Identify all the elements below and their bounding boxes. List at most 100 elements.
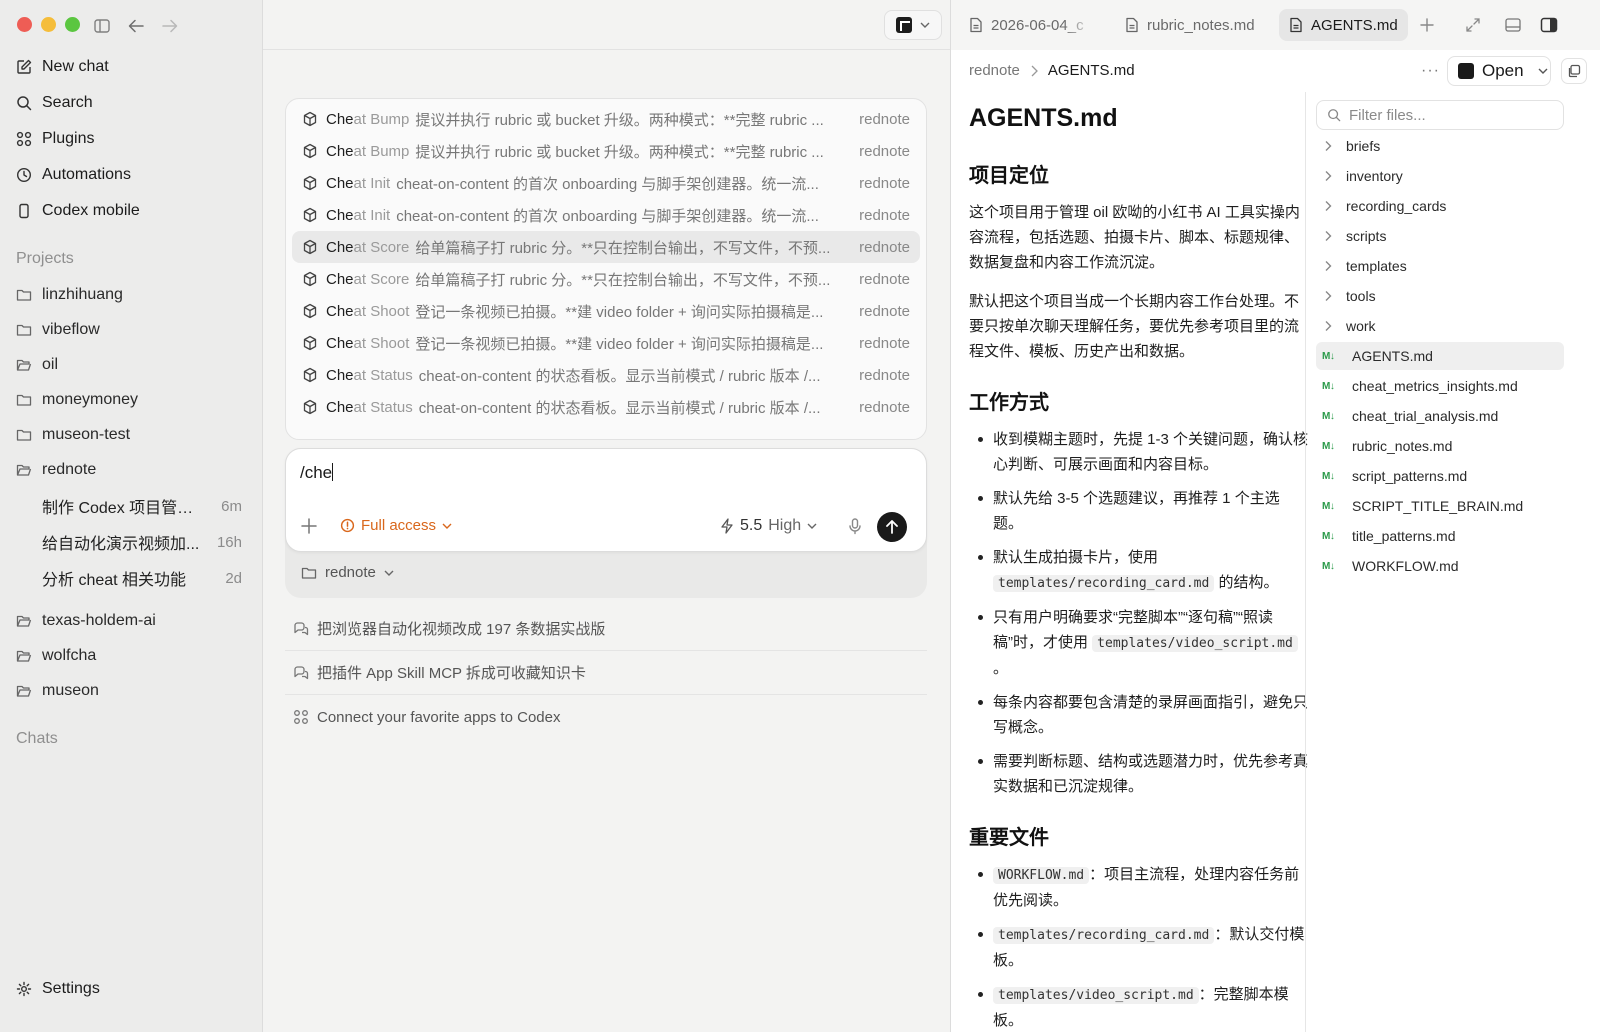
chat-panel: Cheat Bump 提议并执行 rubric 或 bucket 升级。两种模式：… — [262, 0, 950, 1032]
list-item: 需要判断标题、结构或选题潜力时，优先参考真实数据和已沉淀规律。 — [969, 749, 1309, 799]
folder-item[interactable]: inventory — [1316, 162, 1564, 190]
folder-item[interactable]: scripts — [1316, 222, 1564, 250]
add-attachment-icon[interactable] — [300, 517, 318, 535]
file-item[interactable]: M↓ title_patterns.md — [1316, 522, 1564, 550]
suggestion-item[interactable]: Connect your favorite apps to Codex — [285, 695, 927, 739]
thread-item[interactable]: 给自动化演示视频加... 16h — [42, 528, 242, 556]
project-vibeflow[interactable]: vibeflow — [16, 316, 100, 344]
command-suggestion-item[interactable]: Cheat Status cheat-on-content 的状态看板。显示当前模… — [292, 359, 920, 391]
command-match: Che — [326, 366, 354, 384]
file-name: cheat_metrics_insights.md — [1352, 378, 1518, 394]
plugins-button[interactable]: Plugins — [16, 124, 94, 154]
command-description: cheat-on-content 的状态看板。显示当前模式 / rubric 版… — [418, 399, 821, 417]
send-button[interactable] — [877, 512, 907, 542]
file-name: SCRIPT_TITLE_BRAIN.md — [1352, 498, 1524, 514]
copy-path-button[interactable] — [1561, 58, 1587, 84]
folder-icon — [16, 429, 32, 441]
command-suggestion-item[interactable]: Cheat Init cheat-on-content 的首次 onboardin… — [292, 199, 920, 231]
automations-button[interactable]: Automations — [16, 160, 131, 190]
access-mode-dropdown[interactable]: Full access — [340, 517, 452, 534]
file-tree: Filter files... briefs inventory recording… — [1305, 92, 1600, 1032]
expand-icon[interactable] — [1463, 15, 1483, 35]
terminal-icon — [896, 17, 912, 33]
command-description: cheat-on-content 的首次 onboarding 与脚手架创建器。… — [396, 175, 819, 193]
prompt-input[interactable]: /che — [300, 463, 334, 483]
command-rest: at Bump — [353, 110, 410, 128]
microphone-icon[interactable] — [846, 517, 864, 535]
command-project: rednote — [859, 206, 910, 224]
file-item[interactable]: M↓ AGENTS.md — [1316, 342, 1564, 370]
command-project: rednote — [859, 334, 910, 352]
project-museon[interactable]: museon — [16, 677, 99, 705]
chevron-right-icon — [1325, 201, 1332, 211]
maximize-window-button[interactable] — [65, 17, 80, 32]
sidebar-toggle-icon[interactable] — [92, 16, 112, 36]
project-rednote[interactable]: rednote — [16, 456, 96, 484]
search-button[interactable]: Search — [16, 88, 93, 118]
command-name: Cheat Score — [326, 239, 409, 256]
new-chat-button[interactable]: New chat — [16, 52, 109, 82]
terminal-app-button[interactable] — [884, 10, 942, 40]
suggestion-item[interactable]: 把浏览器自动化视频改成 197 条数据实战版 — [285, 607, 927, 651]
filter-files-input[interactable]: Filter files... — [1316, 100, 1564, 130]
minimize-window-button[interactable] — [41, 17, 56, 32]
codex-mobile-button[interactable]: Codex mobile — [16, 196, 140, 226]
chevron-down-icon — [920, 22, 930, 28]
project-folder-selector[interactable]: rednote — [301, 564, 394, 581]
copy-icon — [1568, 64, 1581, 78]
project-texas-holdem-ai[interactable]: texas-holdem-ai — [16, 607, 156, 635]
tab-agents-md[interactable]: AGENTS.md — [1279, 9, 1408, 41]
thread-item[interactable]: 制作 Codex 项目管理... 6m — [42, 492, 242, 520]
open-in-app-button[interactable]: Open — [1447, 56, 1551, 86]
close-window-button[interactable] — [17, 17, 32, 32]
tab-rubric-notes[interactable]: rubric_notes.md — [1115, 9, 1265, 41]
command-suggestion-item[interactable]: Cheat Shoot 登记一条视频已拍摄。**建 video folder + … — [292, 327, 920, 359]
project-oil[interactable]: oil — [16, 351, 58, 379]
command-rest: at Score — [353, 270, 410, 288]
project-wolfcha[interactable]: wolfcha — [16, 642, 96, 670]
folder-name: scripts — [1346, 228, 1387, 244]
command-suggestion-item[interactable]: Cheat Score 给单篇稿子打 rubric 分。**只在控制台输出，不写文… — [292, 263, 920, 295]
composer[interactable]: /che Full access 5.5 High — [285, 448, 927, 552]
command-suggestion-item[interactable]: Cheat Score 给单篇稿子打 rubric 分。**只在控制台输出，不写文… — [292, 231, 920, 263]
suggestion-item[interactable]: 把插件 App Skill MCP 拆成可收藏知识卡 — [285, 651, 927, 695]
folder-item[interactable]: work — [1316, 312, 1564, 340]
folder-name: recording_cards — [1346, 198, 1447, 214]
settings-button[interactable]: Settings — [16, 974, 100, 1004]
bottom-panel-icon[interactable] — [1503, 15, 1523, 35]
section-heading: 项目定位 — [969, 165, 1049, 187]
command-suggestion-item[interactable]: Cheat Status cheat-on-content 的状态看板。显示当前模… — [292, 391, 920, 423]
file-item[interactable]: M↓ cheat_metrics_insights.md — [1316, 372, 1564, 400]
model-selector[interactable]: 5.5 High — [720, 517, 817, 535]
tab-label: AGENTS.md — [1311, 16, 1398, 34]
command-suggestion-item[interactable]: Cheat Bump 提议并执行 rubric 或 bucket 升级。两种模式：… — [292, 135, 920, 167]
folder-icon — [301, 567, 317, 579]
project-moneymoney[interactable]: moneymoney — [16, 386, 138, 414]
more-options-icon[interactable]: ··· — [1421, 62, 1440, 80]
folder-item[interactable]: tools — [1316, 282, 1564, 310]
right-panel-icon[interactable] — [1539, 15, 1559, 35]
project-linzhihuang[interactable]: linzhihuang — [16, 281, 123, 309]
forward-arrow-icon[interactable] — [160, 16, 180, 36]
file-item[interactable]: M↓ SCRIPT_TITLE_BRAIN.md — [1316, 492, 1564, 520]
thread-title: 给自动化演示视频加... — [42, 536, 200, 553]
breadcrumb-parent[interactable]: rednote — [969, 62, 1020, 79]
folder-open-icon — [16, 685, 32, 697]
command-suggestion-item[interactable]: Cheat Init cheat-on-content 的首次 onboardin… — [292, 167, 920, 199]
folder-item[interactable]: recording_cards — [1316, 192, 1564, 220]
plus-icon[interactable] — [1417, 15, 1437, 35]
folder-item[interactable]: briefs — [1316, 132, 1564, 160]
folder-item[interactable]: templates — [1316, 252, 1564, 280]
back-arrow-icon[interactable] — [126, 16, 146, 36]
tab-2026-06-04[interactable]: 2026-06-04_c — [959, 9, 1105, 41]
file-item[interactable]: M↓ cheat_trial_analysis.md — [1316, 402, 1564, 430]
file-item[interactable]: M↓ rubric_notes.md — [1316, 432, 1564, 460]
skill-cube-icon — [302, 143, 318, 159]
thread-item[interactable]: 分析 cheat 相关功能 2d — [42, 564, 242, 592]
skill-cube-icon — [302, 399, 318, 415]
command-suggestion-item[interactable]: Cheat Bump 提议并执行 rubric 或 bucket 升级。两种模式：… — [292, 103, 920, 135]
file-item[interactable]: M↓ WORKFLOW.md — [1316, 552, 1564, 580]
project-museon-test[interactable]: museon-test — [16, 421, 130, 449]
file-item[interactable]: M↓ script_patterns.md — [1316, 462, 1564, 490]
command-suggestion-item[interactable]: Cheat Shoot 登记一条视频已拍摄。**建 video folder + … — [292, 295, 920, 327]
